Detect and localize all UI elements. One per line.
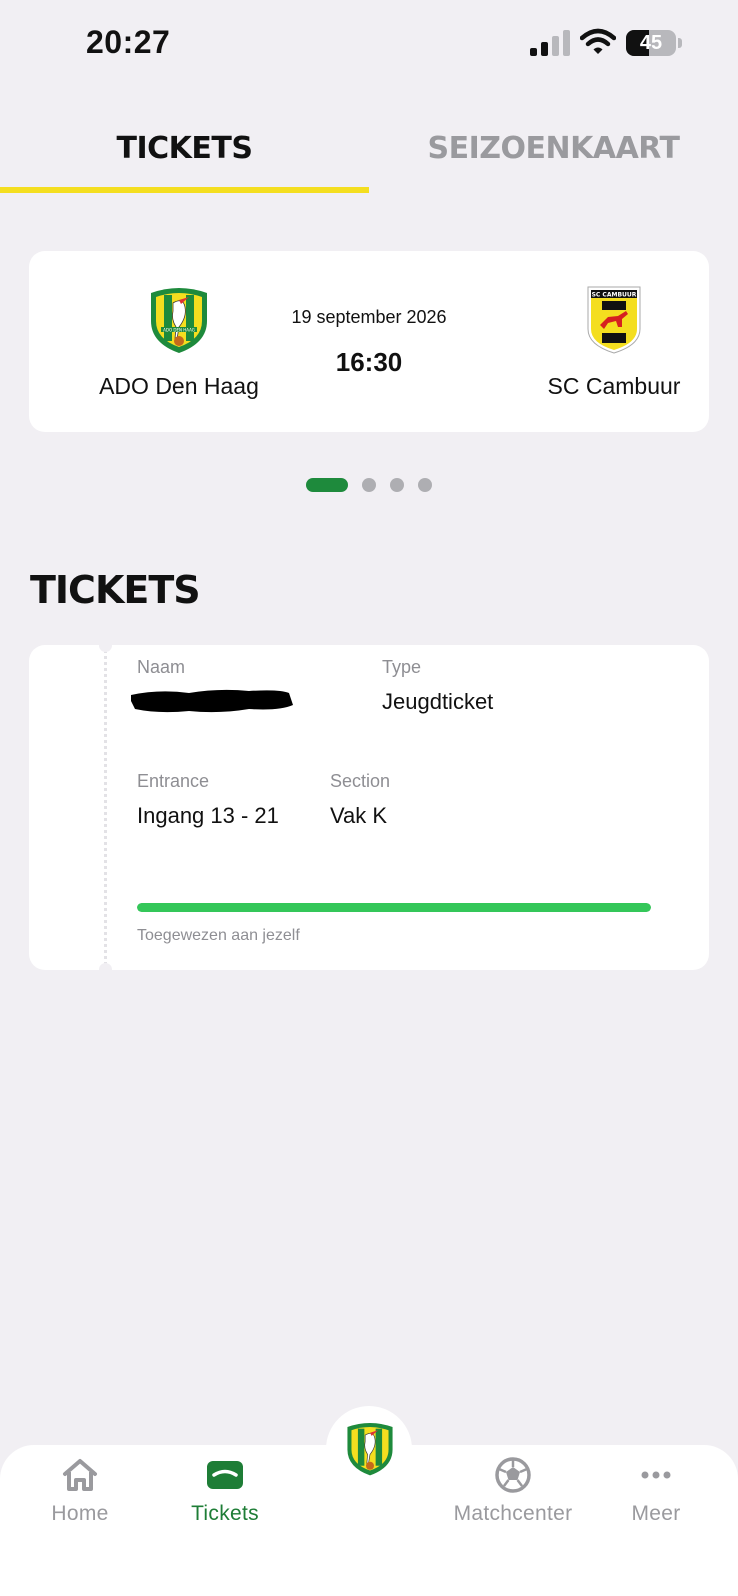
home-team: ADO DEN HAAG ADO Den Haag bbox=[79, 251, 279, 432]
away-team: SC CAMBUUR SC Cambuur bbox=[514, 251, 714, 432]
ado-den-haag-crest-icon: ADO DEN HAAG bbox=[143, 283, 215, 355]
nav-meer[interactable]: Meer bbox=[586, 1455, 726, 1555]
type-label: Type bbox=[382, 657, 422, 677]
name-label: Naam bbox=[137, 657, 186, 677]
football-icon bbox=[495, 1457, 531, 1493]
assignment-progress-fill bbox=[137, 903, 651, 912]
nav-tickets[interactable]: Tickets bbox=[155, 1455, 295, 1555]
match-time: 16:30 bbox=[335, 347, 403, 377]
assignment-status: Toegewezen aan jezelf bbox=[137, 927, 300, 944]
section-title: TICKETS bbox=[30, 568, 201, 612]
pager-dot[interactable] bbox=[390, 478, 404, 492]
redacted-name bbox=[131, 689, 293, 713]
sc-cambuur-crest-icon: SC CAMBUUR bbox=[578, 283, 650, 355]
nav-matchcenter-label: Matchcenter bbox=[453, 1502, 573, 1525]
svg-text:ADO DEN HAAG: ADO DEN HAAG bbox=[163, 328, 195, 333]
ticket-card[interactable]: Naam Type Jeugdticket Entrance Ingang 13… bbox=[29, 645, 709, 970]
entrance-value: Ingang 13 - 21 bbox=[137, 803, 279, 828]
ado-den-haag-logo-icon[interactable] bbox=[341, 1417, 399, 1479]
section-label: Section bbox=[330, 771, 391, 791]
status-bar: 20:27 45 bbox=[0, 0, 738, 90]
active-tab-indicator bbox=[0, 187, 369, 193]
nav-home[interactable]: Home bbox=[10, 1455, 150, 1555]
battery-icon: 45 bbox=[626, 30, 682, 56]
ticket-icon bbox=[207, 1461, 243, 1489]
away-team-name: SC Cambuur bbox=[547, 373, 681, 399]
status-time: 20:27 bbox=[86, 24, 171, 60]
section-value: Vak K bbox=[330, 803, 388, 828]
wifi-icon bbox=[580, 28, 616, 54]
match-date: 19 september 2026 bbox=[291, 307, 447, 327]
home-icon bbox=[63, 1459, 97, 1491]
pager-dot[interactable] bbox=[418, 478, 432, 492]
nav-matchcenter[interactable]: Matchcenter bbox=[443, 1455, 583, 1555]
more-icon bbox=[641, 1471, 671, 1479]
tab-seizoenkaart[interactable]: SEIZOENKAART bbox=[369, 115, 738, 193]
nav-tickets-label: Tickets bbox=[191, 1502, 259, 1525]
pager-dot-active[interactable] bbox=[306, 478, 348, 492]
nav-home-label: Home bbox=[51, 1502, 109, 1525]
type-value: Jeugdticket bbox=[382, 689, 494, 714]
match-pager bbox=[306, 476, 436, 492]
svg-text:SC CAMBUUR: SC CAMBUUR bbox=[592, 292, 637, 299]
battery-percentage: 45 bbox=[639, 32, 663, 54]
ticket-perforation bbox=[104, 645, 107, 970]
pager-dot[interactable] bbox=[362, 478, 376, 492]
tab-tickets[interactable]: TICKETS bbox=[0, 115, 369, 193]
entrance-label: Entrance bbox=[137, 771, 210, 791]
tickets-screen: 20:27 45 TICKETS SEIZOENKAART ADO DEN HA… bbox=[0, 0, 738, 1596]
nav-meer-label: Meer bbox=[631, 1502, 681, 1525]
assignment-progress-bar bbox=[137, 903, 651, 912]
cellular-signal-icon bbox=[530, 30, 570, 56]
match-card[interactable]: ADO DEN HAAG ADO Den Haag 19 september 2… bbox=[29, 251, 709, 432]
ticket-tabs: TICKETS SEIZOENKAART bbox=[0, 115, 738, 193]
